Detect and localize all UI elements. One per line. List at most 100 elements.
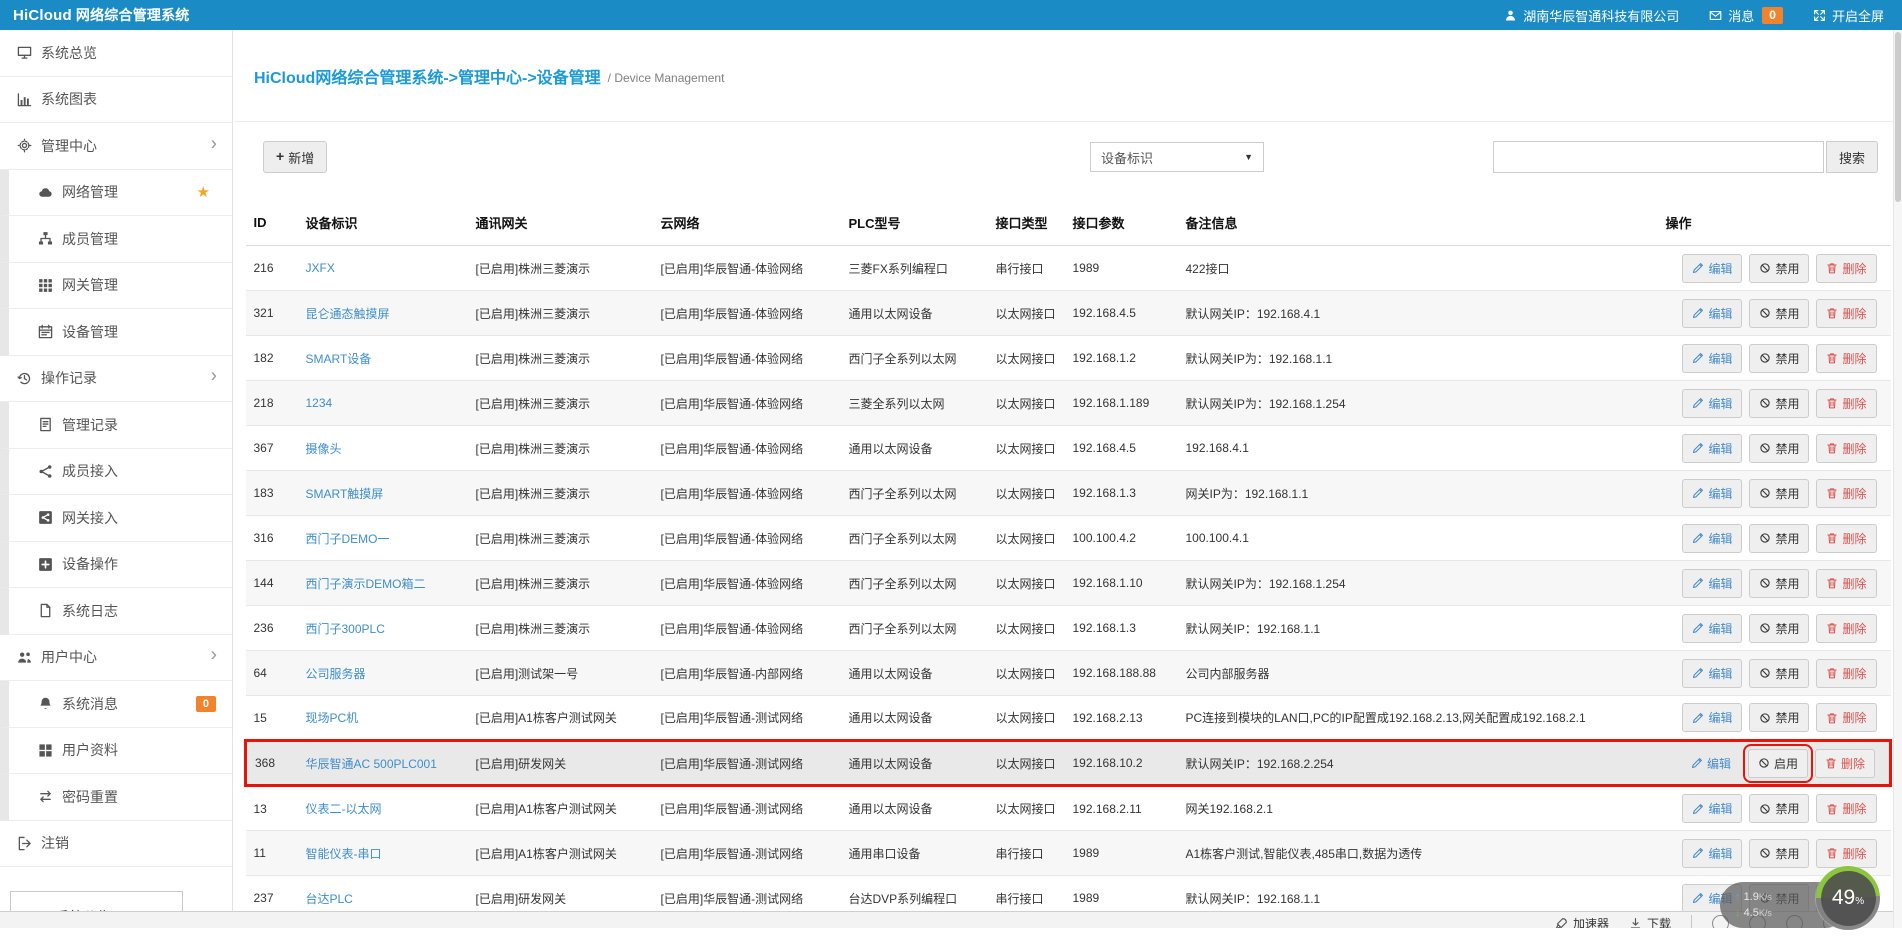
table-header-row: ID设备标识通讯网关云网络PLC型号接口类型接口参数备注信息操作 — [246, 200, 1891, 246]
download-button[interactable]: 下载 — [1629, 915, 1671, 928]
cell-gateway: [已启用]株洲三菱演示 — [468, 246, 653, 291]
device-link[interactable]: 摄像头 — [306, 442, 342, 456]
company-menu[interactable]: 湖南华辰智通科技有限公司 — [1504, 6, 1679, 25]
edit-button[interactable]: 编辑 — [1682, 569, 1742, 598]
edit-button[interactable]: 编辑 — [1682, 614, 1742, 643]
search-input[interactable] — [1493, 141, 1824, 173]
disable-button[interactable]: 禁用 — [1749, 479, 1809, 508]
sidebar-item-gears[interactable]: 管理中心› — [0, 123, 232, 170]
delete-button[interactable]: 删除 — [1816, 524, 1876, 553]
sidebar-item-desktop[interactable]: 系统总览 — [0, 30, 232, 77]
device-link[interactable]: SMART设备 — [306, 352, 372, 366]
edit-button[interactable]: 编辑 — [1682, 434, 1742, 463]
disable-button[interactable]: 禁用 — [1749, 389, 1809, 418]
edit-button[interactable]: 编辑 — [1682, 389, 1742, 418]
disable-button[interactable]: 禁用 — [1749, 569, 1809, 598]
sidebar-item-th[interactable]: 网关管理 — [0, 263, 232, 310]
device-link[interactable]: 台达PLC — [306, 892, 353, 906]
delete-button[interactable]: 删除 — [1816, 614, 1876, 643]
edit-button[interactable]: 编辑 — [1682, 254, 1742, 283]
disable-button[interactable]: 禁用 — [1749, 839, 1809, 868]
device-link[interactable]: 西门子演示DEMO箱二 — [306, 577, 426, 591]
disable-button[interactable]: 禁用 — [1749, 794, 1809, 823]
enable-button[interactable]: 启用 — [1748, 749, 1808, 778]
sidebar-item-cloud[interactable]: 网络管理★ — [0, 170, 232, 217]
delete-button[interactable]: 删除 — [1816, 794, 1876, 823]
delete-button[interactable]: 删除 — [1815, 749, 1875, 778]
delete-button[interactable]: 删除 — [1816, 254, 1876, 283]
device-link[interactable]: 西门子DEMO一 — [306, 532, 390, 546]
disable-button[interactable]: 禁用 — [1749, 254, 1809, 283]
delete-button[interactable]: 删除 — [1816, 839, 1876, 868]
sidebar-item-file[interactable]: 系统日志 — [0, 588, 232, 635]
cell-remark: 网关192.168.2.1 — [1178, 786, 1658, 831]
edit-button[interactable]: 编辑 — [1682, 659, 1742, 688]
device-link[interactable]: 智能仪表-串口 — [306, 847, 382, 861]
disable-button[interactable]: 禁用 — [1749, 524, 1809, 553]
sidebar-item-sitemap[interactable]: 成员管理 — [0, 216, 232, 263]
messages-menu[interactable]: 消息 0 — [1709, 6, 1783, 25]
add-device-button[interactable]: +新增 — [263, 141, 327, 173]
disable-button[interactable]: 禁用 — [1749, 703, 1809, 732]
sidebar-item-signout[interactable]: 注销 — [0, 821, 232, 868]
pencil-icon — [1692, 577, 1704, 589]
delete-button[interactable]: 删除 — [1816, 659, 1876, 688]
disable-button[interactable]: 禁用 — [1749, 299, 1809, 328]
delete-button[interactable]: 删除 — [1816, 569, 1876, 598]
edit-button[interactable]: 编辑 — [1682, 344, 1742, 373]
device-link[interactable]: 现场PC机 — [306, 711, 359, 725]
device-filter-select[interactable]: 设备标识 ▼ — [1090, 142, 1264, 172]
cell-remark: PC连接到模块的LAN口,PC的IP配置成192.168.2.13,网关配置成1… — [1178, 696, 1658, 741]
sidebar-item-users[interactable]: 用户中心› — [0, 635, 232, 682]
sidebar-item-label: 用户资料 — [62, 740, 118, 760]
share-icon — [38, 464, 53, 479]
vertical-scrollbar[interactable] — [1893, 30, 1902, 928]
fullscreen-toggle[interactable]: 开启全屏 — [1813, 6, 1884, 25]
device-link[interactable]: 昆仑通态触摸屏 — [306, 307, 390, 321]
sidebar-item-doc[interactable]: 管理记录 — [0, 402, 232, 449]
edit-button[interactable]: 编辑 — [1682, 524, 1742, 553]
chevron-right-icon: › — [211, 645, 217, 667]
delete-button[interactable]: 删除 — [1816, 299, 1876, 328]
sidebar-item-share-square[interactable]: 网关接入 — [0, 495, 232, 542]
search-button[interactable]: 搜索 — [1826, 141, 1878, 173]
sidebar-item-exchange[interactable]: 密码重置 — [0, 774, 232, 821]
sidebar-item-th-large[interactable]: 用户资料 — [0, 728, 232, 775]
cell-plc-model: 通用以太网设备 — [841, 786, 988, 831]
delete-button[interactable]: 删除 — [1816, 344, 1876, 373]
sidebar-item-plus-square[interactable]: 设备操作 — [0, 542, 232, 589]
disable-button[interactable]: 禁用 — [1749, 344, 1809, 373]
delete-button[interactable]: 删除 — [1816, 703, 1876, 732]
scrollbar-thumb[interactable] — [1895, 32, 1901, 202]
network-monitor-widget[interactable]: ↑ 1.9K/s ↓ 4.5K/s 49 % — [1720, 866, 1880, 944]
sidebar-item-share[interactable]: 成员接入 — [0, 449, 232, 496]
sidebar-item-bell[interactable]: 系统消息0 — [0, 681, 232, 728]
delete-button[interactable]: 删除 — [1816, 479, 1876, 508]
pencil-icon — [1692, 262, 1704, 274]
accelerator-button[interactable]: 加速器 — [1555, 915, 1609, 928]
device-link[interactable]: 西门子300PLC — [306, 622, 385, 636]
sidebar-item-chart[interactable]: 系统图表 — [0, 77, 232, 124]
device-link[interactable]: JXFX — [306, 261, 335, 275]
edit-button[interactable]: 编辑 — [1682, 794, 1742, 823]
delete-button[interactable]: 删除 — [1816, 389, 1876, 418]
disable-button[interactable]: 禁用 — [1749, 614, 1809, 643]
edit-button[interactable]: 编辑 — [1682, 703, 1742, 732]
edit-button[interactable]: 编辑 — [1682, 839, 1742, 868]
edit-button[interactable]: 编辑 — [1681, 749, 1741, 778]
edit-button[interactable]: 编辑 — [1682, 479, 1742, 508]
edit-button[interactable]: 编辑 — [1682, 299, 1742, 328]
disable-button[interactable]: 禁用 — [1749, 659, 1809, 688]
device-link[interactable]: 华辰智通AC 500PLC001 — [306, 757, 437, 771]
sidebar-item-calendar[interactable]: 设备管理 — [0, 309, 232, 356]
device-link[interactable]: 公司服务器 — [306, 667, 366, 681]
percent-unit: % — [1855, 896, 1864, 907]
sidebar-item-history[interactable]: 操作记录› — [0, 356, 232, 403]
delete-button[interactable]: 删除 — [1816, 434, 1876, 463]
cell-gateway: [已启用]株洲三菱演示 — [468, 336, 653, 381]
disable-button[interactable]: 禁用 — [1749, 434, 1809, 463]
table-row: 182SMART设备[已启用]株洲三菱演示[已启用]华辰智通-体验网络西门子全系… — [246, 336, 1891, 381]
device-link[interactable]: SMART触摸屏 — [306, 487, 384, 501]
device-link[interactable]: 仪表二-以太网 — [306, 802, 382, 816]
device-link[interactable]: 1234 — [306, 396, 333, 410]
